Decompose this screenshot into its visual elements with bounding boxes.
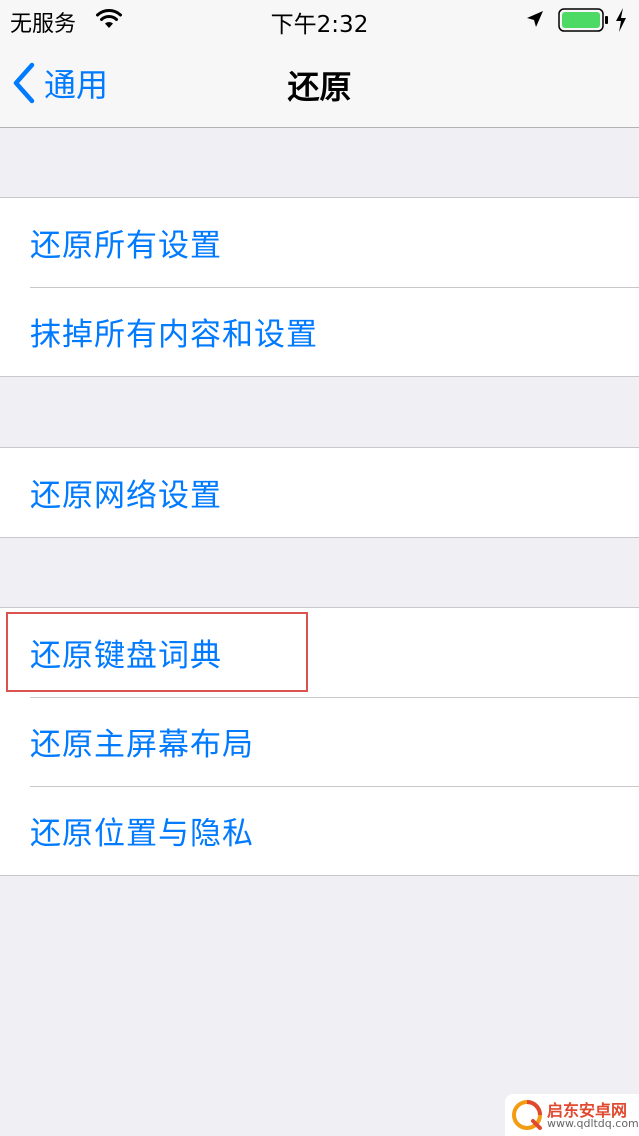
reset-group-3: 还原键盘词典 还原主屏幕布局 还原位置与隐私 [0, 607, 639, 876]
status-bar: 无服务 下午2:32 [0, 0, 639, 40]
reset-location-privacy-cell[interactable]: 还原位置与隐私 [0, 786, 639, 875]
reset-keyboard-dictionary-cell[interactable]: 还原键盘词典 [0, 608, 639, 697]
page-title: 还原 [287, 68, 352, 106]
reset-group-1: 还原所有设置 抹掉所有内容和设置 [0, 197, 639, 377]
watermark: 启东安卓网 www.qdltdq.com [505, 1094, 639, 1136]
cell-label: 还原主屏幕布局 [30, 727, 254, 763]
cell-label: 还原键盘词典 [30, 638, 222, 674]
reset-group-2: 还原网络设置 [0, 447, 639, 538]
watermark-logo-icon [512, 1100, 542, 1130]
cell-label: 还原网络设置 [30, 478, 222, 514]
cell-label: 还原所有设置 [30, 228, 222, 264]
location-arrow-icon [527, 11, 543, 27]
cell-label: 抹掉所有内容和设置 [30, 317, 318, 353]
erase-all-content-and-settings-cell[interactable]: 抹掉所有内容和设置 [0, 287, 639, 376]
navigation-bar: 通用 还原 [0, 40, 639, 128]
reset-all-settings-cell[interactable]: 还原所有设置 [0, 198, 639, 287]
charging-bolt-icon [616, 8, 626, 32]
reset-network-settings-cell[interactable]: 还原网络设置 [0, 448, 639, 537]
watermark-url: www.qdltdq.com [547, 1117, 639, 1130]
cell-label: 还原位置与隐私 [30, 816, 254, 852]
reset-home-screen-layout-cell[interactable]: 还原主屏幕布局 [0, 697, 639, 786]
battery-icon [558, 8, 608, 32]
